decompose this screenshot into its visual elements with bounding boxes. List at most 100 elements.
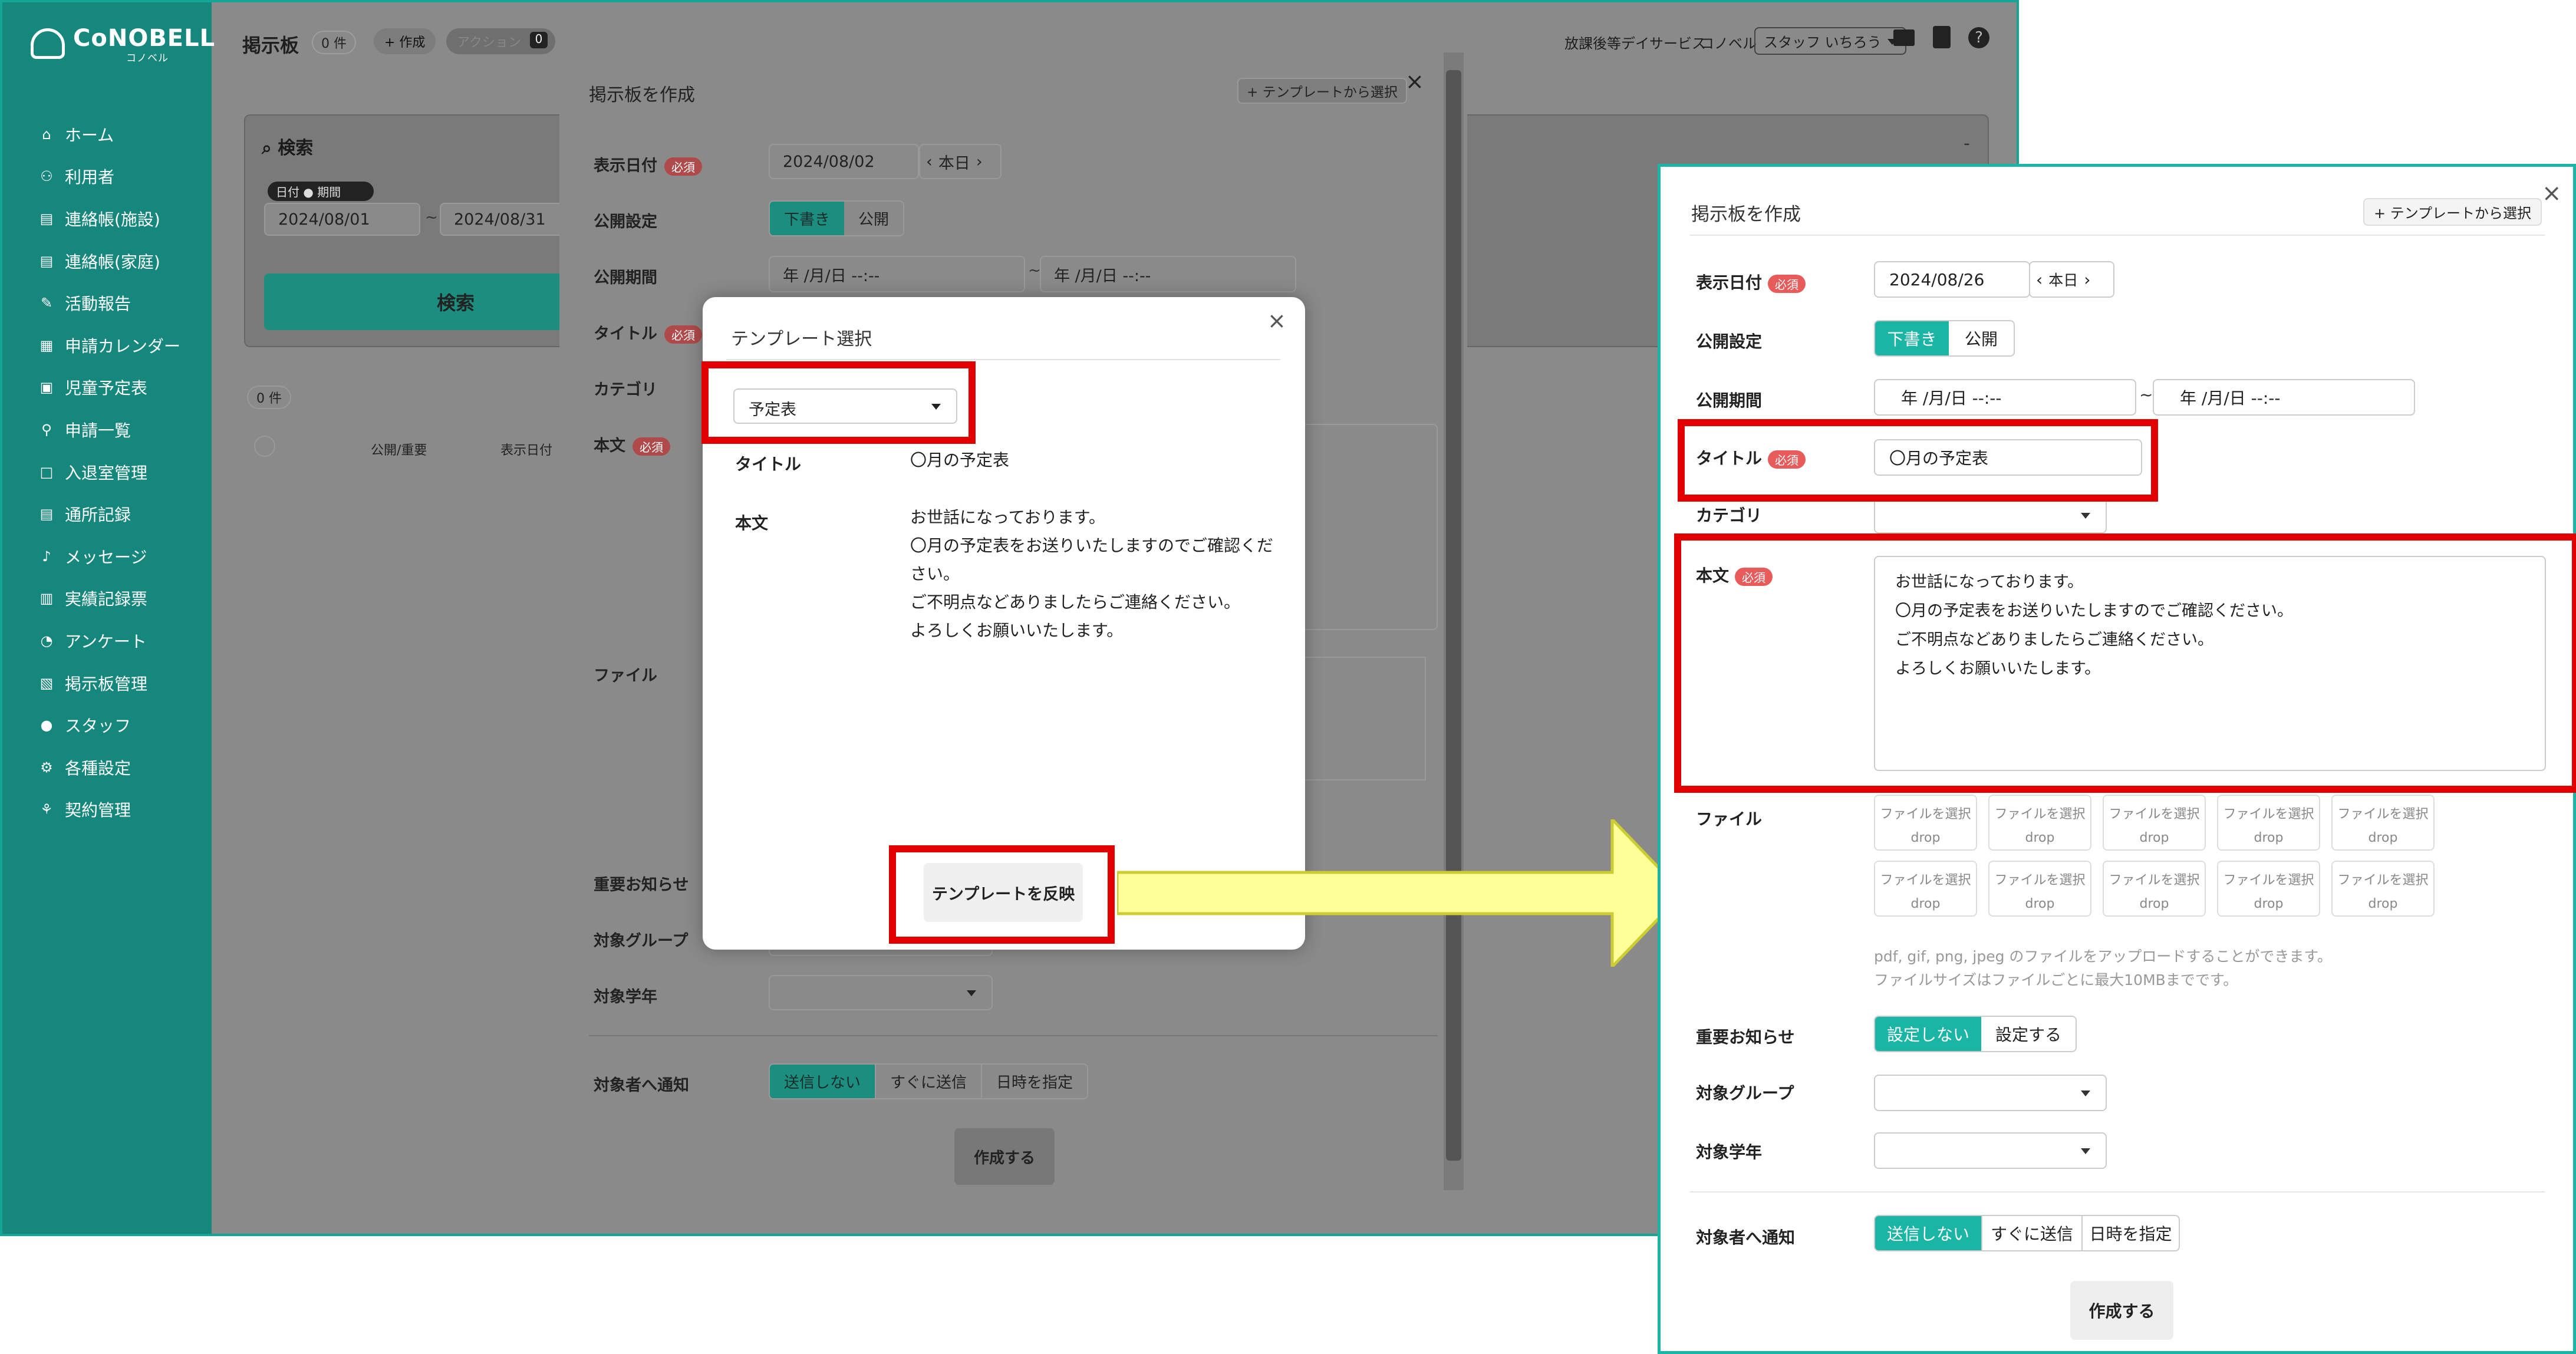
file-select-box[interactable]: ファイルを選択 drop xyxy=(2217,861,2320,917)
file-select-label: ファイルを選択 xyxy=(2223,807,2314,822)
group-select[interactable] xyxy=(1874,1075,2107,1111)
file-drop-label: drop xyxy=(2254,831,2284,845)
result-count: 0 件 xyxy=(247,386,291,409)
bg-grade-select[interactable] xyxy=(769,975,993,1010)
file-select-box[interactable]: ファイルを選択 drop xyxy=(2217,795,2320,851)
door-icon: □ xyxy=(39,463,54,480)
users-icon: ⚇ xyxy=(40,168,53,185)
sidebar-item[interactable]: ▥ 実績記録票 xyxy=(39,578,180,620)
bg-body-textarea[interactable] xyxy=(1296,424,1438,630)
today-nav[interactable]: ‹ 本日 › xyxy=(2029,261,2114,298)
contract-icon: ⚘ xyxy=(40,801,53,818)
highlight-template-select xyxy=(701,361,976,444)
bg-period-start[interactable]: 年 /月/日 --:-- xyxy=(769,256,1025,292)
bg-notify-now[interactable]: すぐに送信 xyxy=(875,1065,981,1098)
sidebar-item[interactable]: ▤ 連絡帳(施設) xyxy=(39,197,180,240)
bg-body-label: 本文 必須 xyxy=(594,433,670,456)
bg-display-date-input[interactable]: 2024/08/02 xyxy=(769,144,919,179)
notify-segment: 送信しない すぐに送信 日時を指定 xyxy=(1874,1215,2180,1251)
file-select-box[interactable]: ファイルを選択 drop xyxy=(1988,795,2091,851)
bg-divider xyxy=(589,1035,1438,1036)
sidebar-item[interactable]: ● スタッフ xyxy=(39,704,180,746)
count-badge: 0 件 xyxy=(312,31,356,54)
template-title-label: タイトル xyxy=(735,454,802,474)
search-date-from[interactable]: 2024/08/01 xyxy=(264,203,420,236)
bg-public-option[interactable]: 公開 xyxy=(844,202,903,235)
template-close-icon[interactable]: × xyxy=(1267,308,1286,334)
create-button[interactable]: + 作成 xyxy=(374,28,436,54)
highlight-title-field xyxy=(1678,419,2158,502)
sidebar-item[interactable]: ◔ アンケート xyxy=(39,620,180,662)
bg-notify-schedule[interactable]: 日時を指定 xyxy=(981,1065,1087,1098)
category-select[interactable] xyxy=(1874,497,2107,533)
period-end-input[interactable]: 年 /月/日 --:-- xyxy=(2153,379,2415,416)
gear-icon: ⚙ xyxy=(40,759,53,776)
select-all-checkbox[interactable] xyxy=(254,436,275,457)
right-divider xyxy=(1690,1191,2545,1192)
sidebar-item[interactable]: ▤ 連絡帳(家庭) xyxy=(39,240,180,282)
home-icon: ⌂ xyxy=(42,126,51,143)
display-date-input[interactable]: 2024/08/26 xyxy=(1874,261,2030,298)
display-date-label: 表示日付 必須 xyxy=(1696,270,1806,294)
file-drop-label: drop xyxy=(2139,831,2169,845)
bg-group-label: 対象グループ xyxy=(594,932,689,950)
notify-schedule-option[interactable]: 日時を指定 xyxy=(2081,1216,2179,1250)
user-dropdown[interactable]: スタッフ いちろう xyxy=(1754,27,1906,55)
file-select-box[interactable]: ファイルを選択 drop xyxy=(1874,795,1977,851)
sidebar-item[interactable]: ⚲ 申請一覧 xyxy=(39,408,180,451)
date-mode-toggle[interactable]: 日付 ● 期間 xyxy=(268,182,374,201)
file-select-box[interactable]: ファイルを選択 drop xyxy=(2103,795,2206,851)
display-date-required: 必須 xyxy=(1768,274,1806,293)
bg-display-date-value: 2024/08/02 xyxy=(783,152,875,171)
bg-notify-none[interactable]: 送信しない xyxy=(770,1065,875,1098)
sidebar-item-label: 入退室管理 xyxy=(65,463,148,483)
sidebar-item-label: 申請一覧 xyxy=(65,420,131,440)
sidebar-item[interactable]: ⚙ 各種設定 xyxy=(39,746,180,789)
sidebar-item-label: 連絡帳(家庭) xyxy=(65,252,160,272)
sidebar-item[interactable]: ▦ 申請カレンダー xyxy=(39,324,180,367)
sidebar-item-label: 利用者 xyxy=(65,167,115,187)
sidebar-item[interactable]: □ 入退室管理 xyxy=(39,451,180,493)
collapse-icon[interactable]: - xyxy=(1964,133,1970,154)
file-select-box[interactable]: ファイルを選択 drop xyxy=(2103,861,2206,917)
sidebar-item-label: 活動報告 xyxy=(65,294,131,314)
sidebar-item[interactable]: ▧ 掲示板管理 xyxy=(39,662,180,704)
bg-template-button[interactable]: + テンプレートから選択 xyxy=(1237,78,1407,104)
group-label: 対象グループ xyxy=(1696,1083,1794,1103)
document-icon[interactable] xyxy=(1933,26,1951,48)
file-select-box[interactable]: ファイルを選択 drop xyxy=(1988,861,2091,917)
period-start-input[interactable]: 年 /月/日 --:-- xyxy=(1874,379,2136,416)
sidebar-item[interactable]: ⌂ ホーム xyxy=(39,113,180,156)
sidebar-item[interactable]: ✎ 活動報告 xyxy=(39,282,180,324)
modal-scrollbar-thumb[interactable] xyxy=(1446,70,1461,1161)
sidebar-item[interactable]: ▤ 通所記録 xyxy=(39,493,180,535)
sidebar-item[interactable]: ♪ メッセージ xyxy=(39,535,180,578)
file-select-box[interactable]: ファイルを選択 drop xyxy=(2331,861,2435,917)
bg-close-icon[interactable]: × xyxy=(1405,68,1424,94)
bg-today-nav[interactable]: ‹ 本日 › xyxy=(919,144,1002,179)
right-close-icon[interactable]: × xyxy=(2542,180,2562,207)
sidebar-item[interactable]: ⚇ 利用者 xyxy=(39,156,180,198)
sidebar-item[interactable]: ⚘ 契約管理 xyxy=(39,789,180,831)
draft-option[interactable]: 下書き xyxy=(1875,321,1949,355)
bg-draft-option[interactable]: 下書き xyxy=(770,202,845,235)
sidebar-item[interactable]: ▣ 児童予定表 xyxy=(39,367,180,409)
important-off-option[interactable]: 設定しない xyxy=(1875,1017,1981,1051)
public-option[interactable]: 公開 xyxy=(1949,321,2014,355)
submit-button[interactable]: 作成する xyxy=(2070,1281,2173,1340)
notify-now-option[interactable]: すぐに送信 xyxy=(1981,1216,2081,1250)
notify-none-option[interactable]: 送信しない xyxy=(1875,1216,1981,1250)
bg-notify-segment: 送信しない すぐに送信 日時を指定 xyxy=(769,1063,1089,1099)
bg-submit-button[interactable]: 作成する xyxy=(954,1128,1055,1185)
mail-icon[interactable] xyxy=(1893,29,1915,46)
display-date-text: 表示日付 xyxy=(1696,273,1763,292)
file-select-box[interactable]: ファイルを選択 drop xyxy=(1874,861,1977,917)
bg-period-end[interactable]: 年 /月/日 --:-- xyxy=(1040,256,1296,292)
grade-select[interactable] xyxy=(1874,1132,2107,1169)
right-template-button[interactable]: + テンプレートから選択 xyxy=(2363,198,2542,226)
template-title-value: 〇月の予定表 xyxy=(910,450,1010,470)
help-icon[interactable]: ? xyxy=(1968,27,1989,48)
important-on-option[interactable]: 設定する xyxy=(1981,1017,2076,1051)
sidebar-item-label: 児童予定表 xyxy=(65,378,148,398)
file-select-box[interactable]: ファイルを選択 drop xyxy=(2331,795,2435,851)
